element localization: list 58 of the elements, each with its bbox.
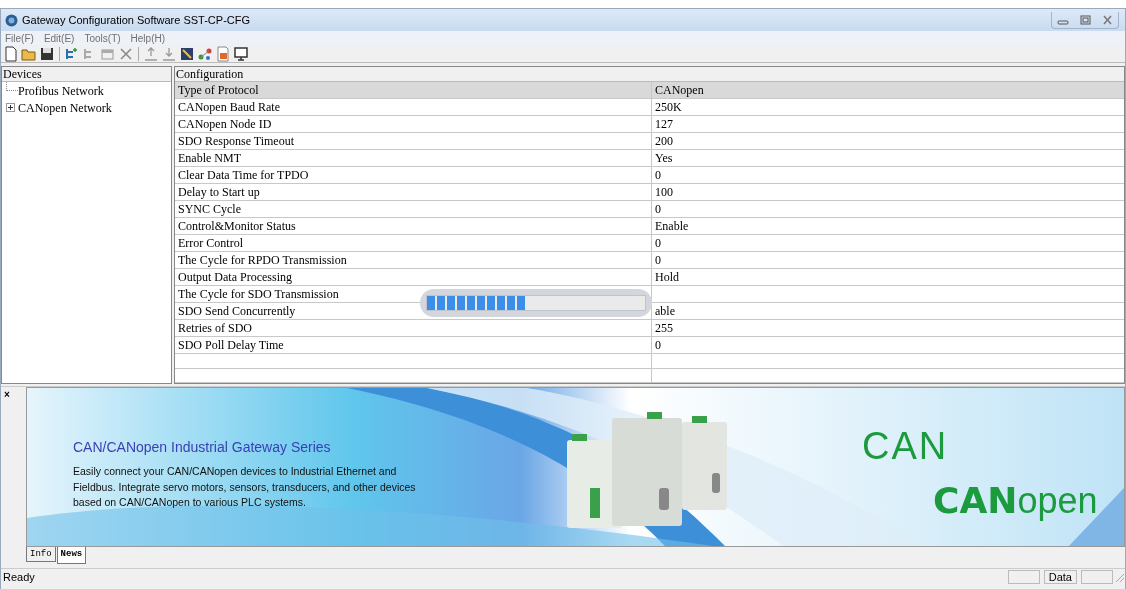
new-file-icon[interactable]: [3, 45, 19, 62]
tree-item[interactable]: CANopen Network: [18, 98, 112, 117]
table-cell-text: 100: [654, 184, 674, 200]
banner-text: Easily connect your CAN/CANopen devices to Industrial Ethernet and Fieldbus. Integrate servo motors, sensors, transducers, and other devices based on CAN/CANopen to various PLC systems.: [73, 464, 417, 510]
table-cell: Delay to Start up: [175, 184, 652, 200]
tree-item[interactable]: Profibus Network: [18, 81, 104, 100]
table-cell-text: Hold: [654, 269, 680, 285]
table-cell: The Cycle for RPDO Transmission: [175, 252, 652, 268]
table-cell: CANopen Baud Rate: [175, 99, 652, 115]
resize-grip[interactable]: [1113, 571, 1125, 583]
delete-icon[interactable]: [118, 45, 134, 62]
menu-item[interactable]: File(F): [5, 30, 34, 46]
panel-header: Devices: [2, 67, 171, 82]
tree-add-icon[interactable]: [64, 45, 80, 62]
table-cell-text: 0: [654, 167, 662, 183]
status-pane: Data: [1043, 570, 1077, 584]
table-cell: Error Control: [175, 235, 652, 251]
table-cell: Clear Data Time for TPDO: [175, 167, 652, 183]
table-cell: SDO Poll Delay Time: [175, 337, 652, 353]
logo-text: CANopen: [933, 479, 1098, 523]
status-pane: [1081, 570, 1113, 584]
table-cell-text: 0: [654, 337, 662, 353]
logo-text: CAN: [862, 424, 949, 469]
table-cell: Enable NMT: [175, 150, 652, 166]
table-cell: CANopen Node ID: [175, 116, 652, 132]
menu-item[interactable]: Tools(T): [84, 30, 121, 46]
tab[interactable]: News: [56, 547, 87, 564]
table-cell-text: 0: [654, 201, 662, 217]
table-cell-text: 0: [654, 252, 662, 268]
table-cell-text: Yes: [654, 150, 674, 166]
table-cell: SYNC Cycle: [175, 201, 652, 217]
banner-heading: CAN/CANopen Industrial Gateway Series: [73, 438, 331, 457]
table-cell-text: 255: [654, 320, 674, 336]
menu-item[interactable]: Edit(E): [43, 30, 75, 46]
table-cell-text: able: [654, 303, 676, 319]
app-icon: [5, 13, 18, 27]
save-icon[interactable]: [39, 45, 55, 62]
panel-header: Configuration: [175, 67, 1124, 82]
table-cell: Output Data Processing: [175, 269, 652, 285]
table-cell-text: CANopen: [654, 82, 705, 98]
table-cell: Retries of SDO: [175, 320, 652, 336]
table-cell-text: Enable: [654, 218, 690, 234]
status-text: Ready: [3, 569, 35, 585]
table-cell: Control&Monitor Status: [175, 218, 652, 234]
expand-icon[interactable]: [6, 103, 18, 112]
table-cell: SDO Response Timeout: [175, 133, 652, 149]
menu-item[interactable]: Help(H): [130, 30, 166, 46]
tab[interactable]: Info: [26, 547, 56, 562]
table-cell-text: 250K: [654, 99, 683, 115]
status-pane: [1007, 570, 1040, 584]
table-cell-text: 127: [654, 116, 674, 132]
close-button[interactable]: ×: [4, 390, 10, 400]
window-title: Gateway Configuration Software SST-CP-CFG: [22, 12, 251, 28]
monitor-icon[interactable]: [233, 45, 249, 62]
table-cell-text: 0: [654, 235, 662, 251]
upload-icon[interactable]: [143, 45, 159, 62]
table-cell-text: 200: [654, 133, 674, 149]
table-cell: Type of Protocol: [175, 82, 652, 98]
